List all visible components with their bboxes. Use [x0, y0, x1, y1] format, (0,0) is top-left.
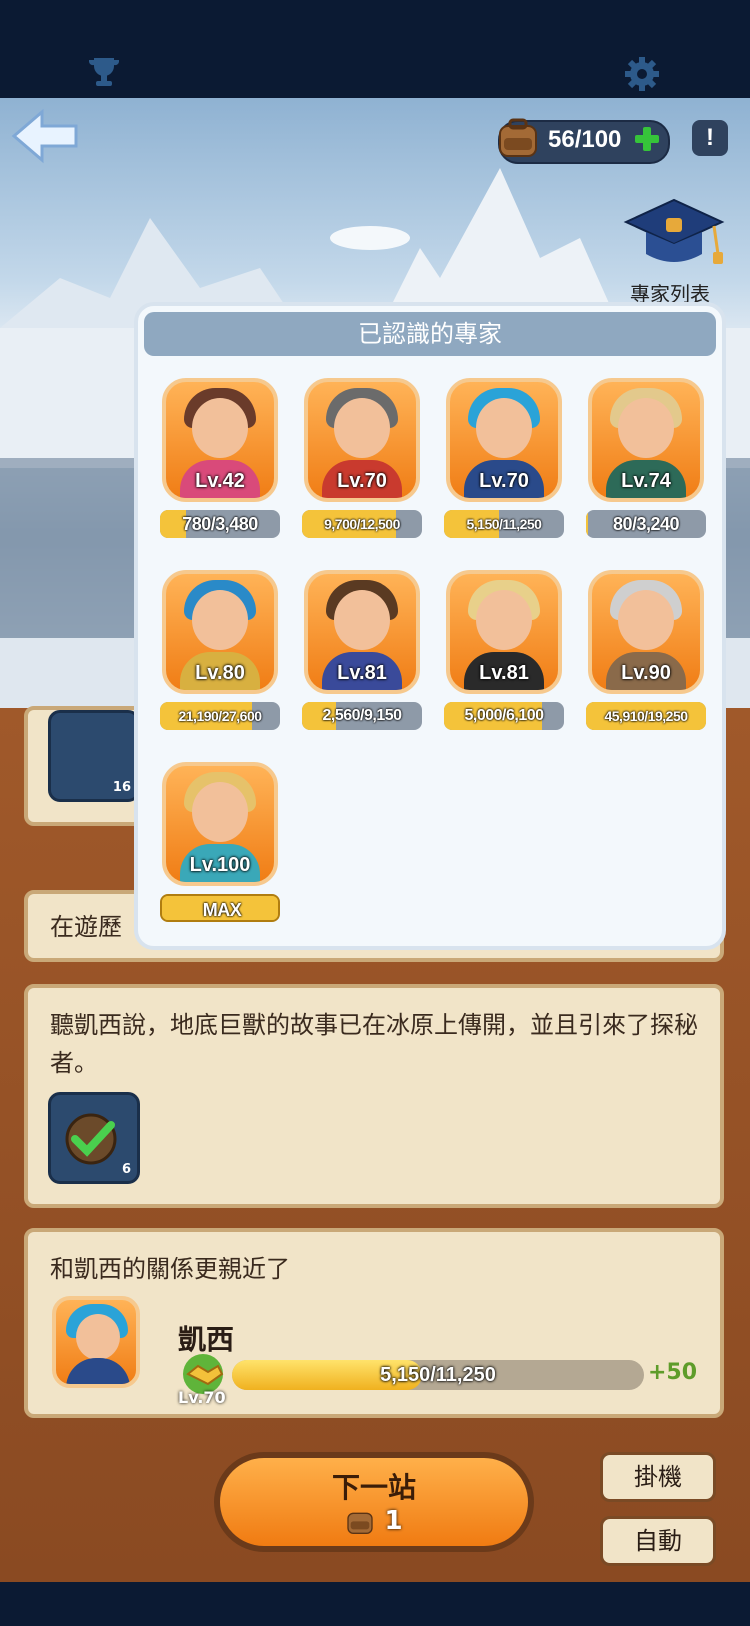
event-card-3: 聽凱西說，地底巨獸的故事已在冰原上傳開，並且引來了探秘者。 6 — [24, 984, 724, 1208]
expert-progress-bar: 80/3,240 — [586, 510, 706, 538]
relationship-title: 和凱西的關係更親近了 — [50, 1255, 290, 1283]
expert-progress-text: 780/3,480 — [182, 514, 258, 534]
backpack-icon — [499, 118, 537, 157]
relationship-bonus: +50 — [648, 1360, 698, 1385]
expert-level: Lv.81 — [479, 662, 529, 684]
gear-icon[interactable] — [624, 56, 660, 92]
trophy-icon[interactable] — [86, 54, 122, 90]
expert-progress-text: 5,150/11,250 — [466, 516, 542, 532]
backpack-icon — [347, 1512, 374, 1534]
expert-progress-bar: 5,000/6,100 — [444, 702, 564, 730]
expert-progress-text: 45,910/19,250 — [604, 708, 688, 724]
relationship-progress-bar: 5,150/11,250 — [232, 1360, 644, 1390]
expert-progress-text: 80/3,240 — [612, 514, 680, 534]
expert-card[interactable]: Lv.100 MAX — [158, 762, 282, 928]
popup-title: 已認識的專家 — [144, 312, 716, 356]
expert-progress-bar: 2,560/9,150 — [302, 702, 422, 730]
expert-card[interactable]: Lv.70 5,150/11,250 — [442, 378, 566, 544]
expert-level: Lv.100 — [189, 854, 251, 876]
next-stop-cost: 1 — [384, 1506, 403, 1536]
expert-level: Lv.81 — [337, 662, 387, 684]
relationship-progress-text: 5,150/11,250 — [380, 1364, 496, 1386]
event-description: 聽凱西說，地底巨獸的故事已在冰原上傳開，並且引來了探秘者。 — [50, 1011, 698, 1077]
next-stop-label: 下一站 — [331, 1471, 416, 1504]
expert-progress-text: 21,190/27,600 — [178, 708, 262, 724]
expert-card[interactable]: Lv.81 5,000/6,100 — [442, 570, 566, 736]
expert-progress-bar: 9,700/12,500 — [302, 510, 422, 538]
expert-level: Lv.70 — [337, 470, 387, 492]
expert-card[interactable]: Lv.80 21,190/27,600 — [158, 570, 282, 736]
help-icon[interactable]: ! — [692, 120, 728, 156]
auto-button[interactable]: 自動 — [600, 1516, 716, 1566]
expert-progress-text: 2,560/9,150 — [322, 707, 402, 724]
resource-count: 56/100 — [548, 126, 622, 153]
expert-card[interactable]: Lv.74 80/3,240 — [584, 378, 708, 544]
character-portrait[interactable] — [52, 1296, 140, 1388]
expert-progress-bar: MAX — [160, 894, 280, 922]
bottom-bar — [0, 1582, 750, 1626]
plus-icon[interactable] — [634, 126, 660, 152]
relationship-card: 和凱西的關係更親近了 凱西 Lv.70 5,150/11,250 +50 — [24, 1228, 724, 1418]
expert-level: Lv.70 — [479, 470, 529, 492]
back-arrow-icon[interactable] — [10, 108, 80, 164]
expert-progress-text: 5,000/6,100 — [464, 707, 544, 724]
expert-level: Lv.80 — [195, 662, 245, 684]
badge-count: 16 — [112, 780, 131, 795]
top-bar — [0, 0, 750, 98]
stopwatch-badge-icon: 16 — [48, 710, 140, 802]
expert-card[interactable]: Lv.81 2,560/9,150 — [300, 570, 424, 736]
stopwatch-check-icon: 6 — [48, 1092, 140, 1184]
experts-popup: 已認識的專家 Lv.42 780/3,480 Lv.70 9,700/12,500 Lv… — [134, 302, 726, 950]
event-text: 在遊歷 — [50, 913, 122, 941]
character-level: Lv.70 — [178, 1388, 226, 1407]
expert-progress-text: 9,700/12,500 — [324, 516, 400, 532]
expert-progress-bar: 5,150/11,250 — [444, 510, 564, 538]
graduation-cap-icon[interactable] — [622, 196, 726, 276]
expert-level: Lv.74 — [621, 470, 671, 492]
expert-progress-text: MAX — [202, 900, 242, 920]
expert-progress-bar: 45,910/19,250 — [586, 702, 706, 730]
expert-progress-bar: 780/3,480 — [160, 510, 280, 538]
expert-card[interactable]: Lv.70 9,700/12,500 — [300, 378, 424, 544]
expert-progress-bar: 21,190/27,600 — [160, 702, 280, 730]
expert-card[interactable]: Lv.42 780/3,480 — [158, 378, 282, 544]
idle-button[interactable]: 掛機 — [600, 1452, 716, 1502]
expert-level: Lv.90 — [621, 662, 671, 684]
badge-count: 6 — [121, 1162, 131, 1177]
expert-card[interactable]: Lv.90 45,910/19,250 — [584, 570, 708, 736]
next-stop-button[interactable]: 下一站 1 — [214, 1452, 534, 1552]
expert-level: Lv.42 — [195, 470, 245, 492]
